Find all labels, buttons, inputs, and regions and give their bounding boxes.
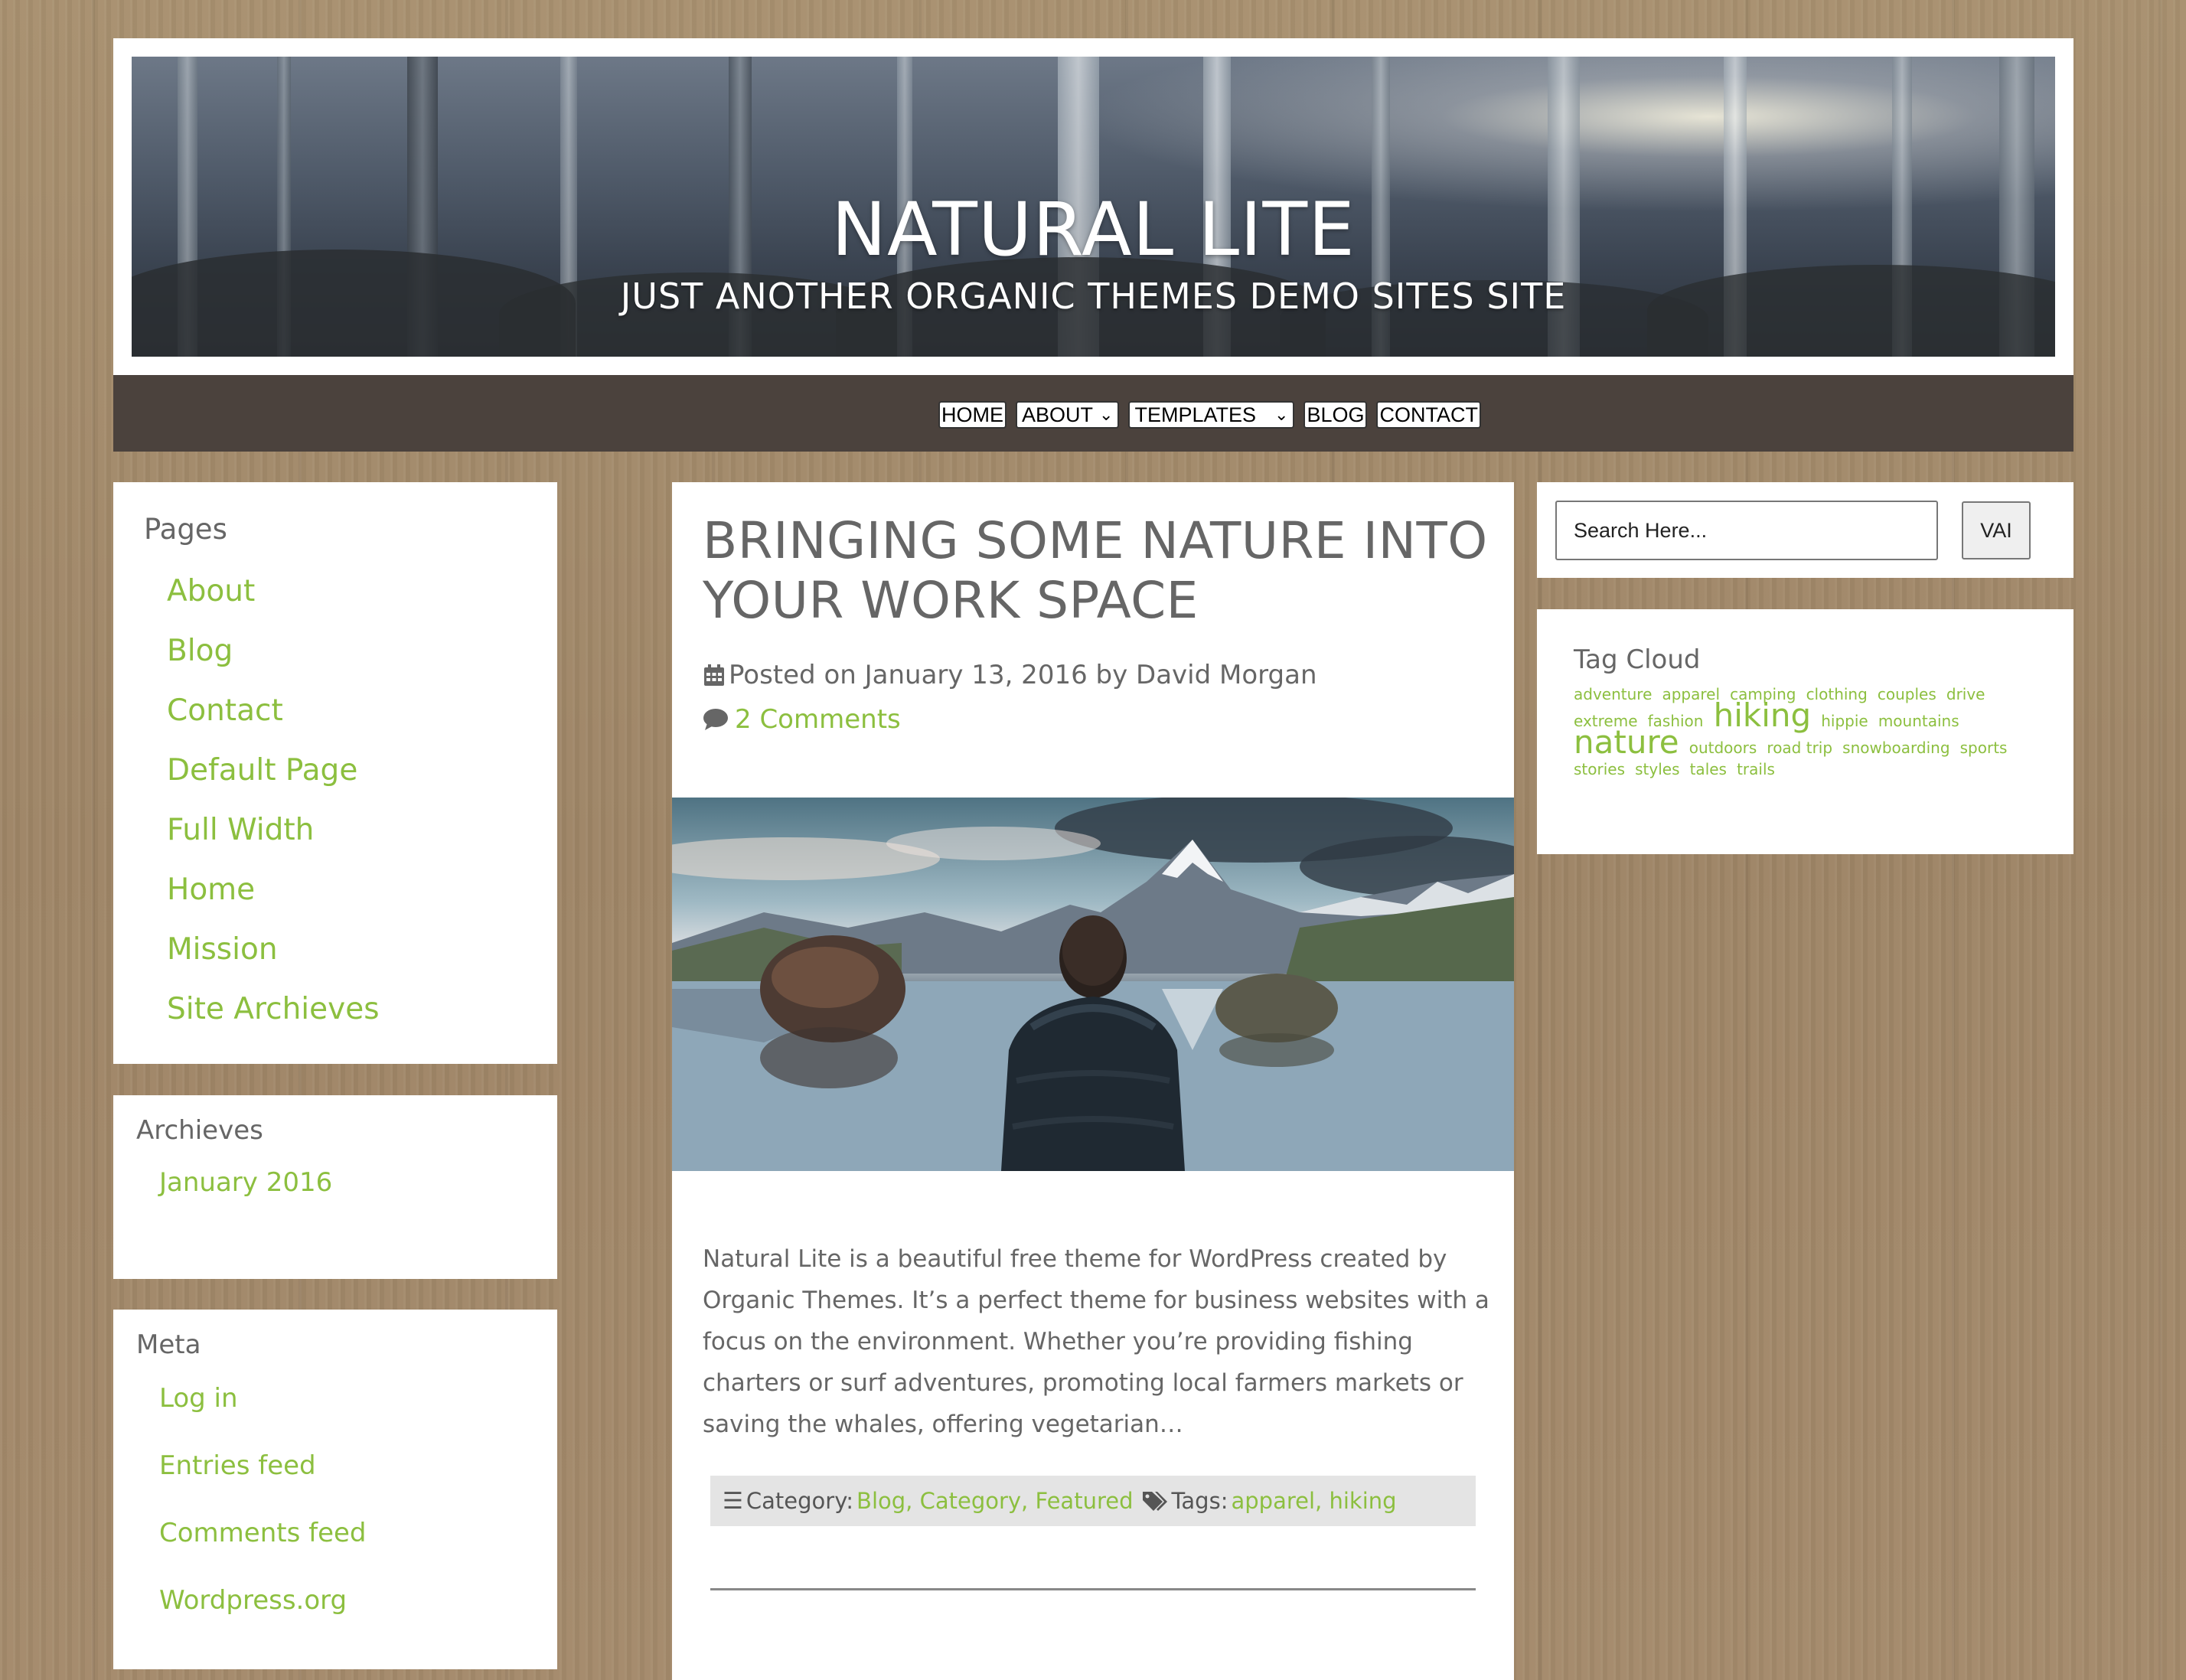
meta-link-comments-feed[interactable]: Comments feed — [159, 1516, 367, 1584]
post-featured-image[interactable] — [672, 798, 1514, 1171]
comments-count[interactable]: 2 Comments — [735, 704, 901, 735]
search-button[interactable]: VAI — [1962, 501, 2031, 559]
list-icon: ☰ — [723, 1487, 743, 1515]
archives-widget: Archieves January 2016 — [113, 1095, 557, 1279]
meta-link-entries-feed[interactable]: Entries feed — [159, 1449, 367, 1516]
tag-link-outdoors[interactable]: outdoors — [1689, 739, 1757, 757]
archives-widget-title: Archieves — [136, 1115, 263, 1146]
meta-widget: Meta Log in Entries feed Comments feed W… — [113, 1310, 557, 1669]
post-meta-text: Posted on January 13, 2016 by David Morg… — [729, 660, 1317, 690]
pages-link-site-archieves[interactable]: Site Archieves — [167, 992, 380, 1052]
tag-link-mountains[interactable]: mountains — [1878, 712, 1959, 730]
header-banner-image: NATURAL LITE JUST ANOTHER ORGANIC THEMES… — [132, 57, 2055, 357]
calendar-icon — [704, 664, 724, 686]
nav-about-label: ABOUT — [1022, 403, 1094, 426]
chevron-down-icon: ⌄ — [1274, 405, 1289, 424]
nav-contact[interactable]: CONTACT — [1376, 401, 1481, 429]
pages-link-about[interactable]: About — [167, 574, 380, 634]
nav-home[interactable]: HOME — [938, 401, 1007, 429]
post-title[interactable]: BRINGING SOME NATURE INTO YOUR WORK SPAC… — [703, 511, 1499, 631]
tags-icon — [1142, 1492, 1167, 1511]
tag-link-tales[interactable]: tales — [1690, 760, 1727, 778]
comment-icon — [703, 709, 728, 730]
search-widget: Search Here... VAI — [1537, 482, 2073, 578]
pages-link-blog[interactable]: Blog — [167, 634, 380, 693]
category-label: Category: — [746, 1488, 854, 1514]
comments-link[interactable]: 2 Comments — [703, 704, 901, 735]
pages-link-home[interactable]: Home — [167, 873, 380, 932]
tag-link-hippie[interactable]: hippie — [1821, 712, 1868, 730]
pages-link-contact[interactable]: Contact — [167, 693, 380, 753]
chevron-down-icon: ⌄ — [1099, 405, 1114, 424]
tag-link-styles[interactable]: styles — [1635, 760, 1679, 778]
tag-link-couples[interactable]: couples — [1878, 685, 1936, 703]
pages-list: About Blog Contact Default Page Full Wid… — [167, 574, 380, 1052]
tag-link-sports[interactable]: sports — [1960, 739, 2008, 757]
tag-link-drive[interactable]: drive — [1946, 685, 1985, 703]
site-header: NATURAL LITE JUST ANOTHER ORGANIC THEMES… — [113, 38, 2073, 375]
tag-link-hiking[interactable]: hiking — [1714, 696, 1812, 734]
tag-link-road-trip[interactable]: road trip — [1767, 739, 1832, 757]
nav-templates-dropdown[interactable]: TEMPLATES ⌄ — [1128, 401, 1295, 429]
tags-label: Tags: — [1171, 1488, 1228, 1514]
tag-link-apparel[interactable]: apparel — [1662, 685, 1720, 703]
tag-link-snowboarding[interactable]: snowboarding — [1842, 739, 1949, 757]
meta-link-log-in[interactable]: Log in — [159, 1382, 367, 1449]
tag-cloud: adventure apparel camping clothing coupl… — [1574, 684, 2041, 781]
nav-items: HOME ABOUT ⌄ TEMPLATES ⌄ BLOG CONTACT — [938, 401, 1481, 429]
pages-link-full-width[interactable]: Full Width — [167, 813, 380, 873]
tag-link-clothing[interactable]: clothing — [1806, 685, 1868, 703]
post-meta: Posted on January 13, 2016 by David Morg… — [703, 660, 1317, 690]
nav-blog[interactable]: BLOG — [1303, 401, 1368, 429]
site-title[interactable]: NATURAL LITE — [132, 187, 2055, 272]
tag-links[interactable]: apparel, hiking — [1231, 1488, 1396, 1514]
meta-widget-title: Meta — [136, 1329, 201, 1360]
post-article: BRINGING SOME NATURE INTO YOUR WORK SPAC… — [672, 482, 1514, 1680]
meta-link-wordpress-org[interactable]: Wordpress.org — [159, 1584, 367, 1651]
post-excerpt: Natural Lite is a beautiful free theme f… — [703, 1245, 1489, 1438]
tag-cloud-widget: Tag Cloud adventure apparel camping clot… — [1537, 609, 2073, 854]
tag-link-nature[interactable]: nature — [1574, 723, 1679, 761]
pages-widget: Pages About Blog Contact Default Page Fu… — [113, 482, 557, 1064]
tag-cloud-title: Tag Cloud — [1574, 644, 1701, 675]
pages-link-mission[interactable]: Mission — [167, 932, 380, 992]
pages-widget-title: Pages — [144, 513, 227, 546]
meta-list: Log in Entries feed Comments feed Wordpr… — [159, 1382, 367, 1651]
site-tagline: JUST ANOTHER ORGANIC THEMES DEMO SITES S… — [620, 276, 1567, 317]
archives-link-january-2016[interactable]: January 2016 — [159, 1167, 332, 1198]
tag-link-stories[interactable]: stories — [1574, 760, 1625, 778]
nav-about-dropdown[interactable]: ABOUT ⌄ — [1016, 401, 1120, 429]
tag-link-adventure[interactable]: adventure — [1574, 685, 1652, 703]
nav-templates-label: TEMPLATES — [1134, 403, 1256, 426]
post-footer: ☰ Category: Blog, Category, Featured Tag… — [710, 1476, 1476, 1526]
tag-link-trails[interactable]: trails — [1737, 760, 1775, 778]
category-links[interactable]: Blog, Category, Featured — [856, 1488, 1133, 1514]
pages-link-default-page[interactable]: Default Page — [167, 753, 380, 813]
search-input[interactable]: Search Here... — [1555, 501, 1938, 560]
post-divider — [710, 1588, 1476, 1590]
main-nav: HOME ABOUT ⌄ TEMPLATES ⌄ BLOG CONTACT — [113, 375, 2073, 452]
